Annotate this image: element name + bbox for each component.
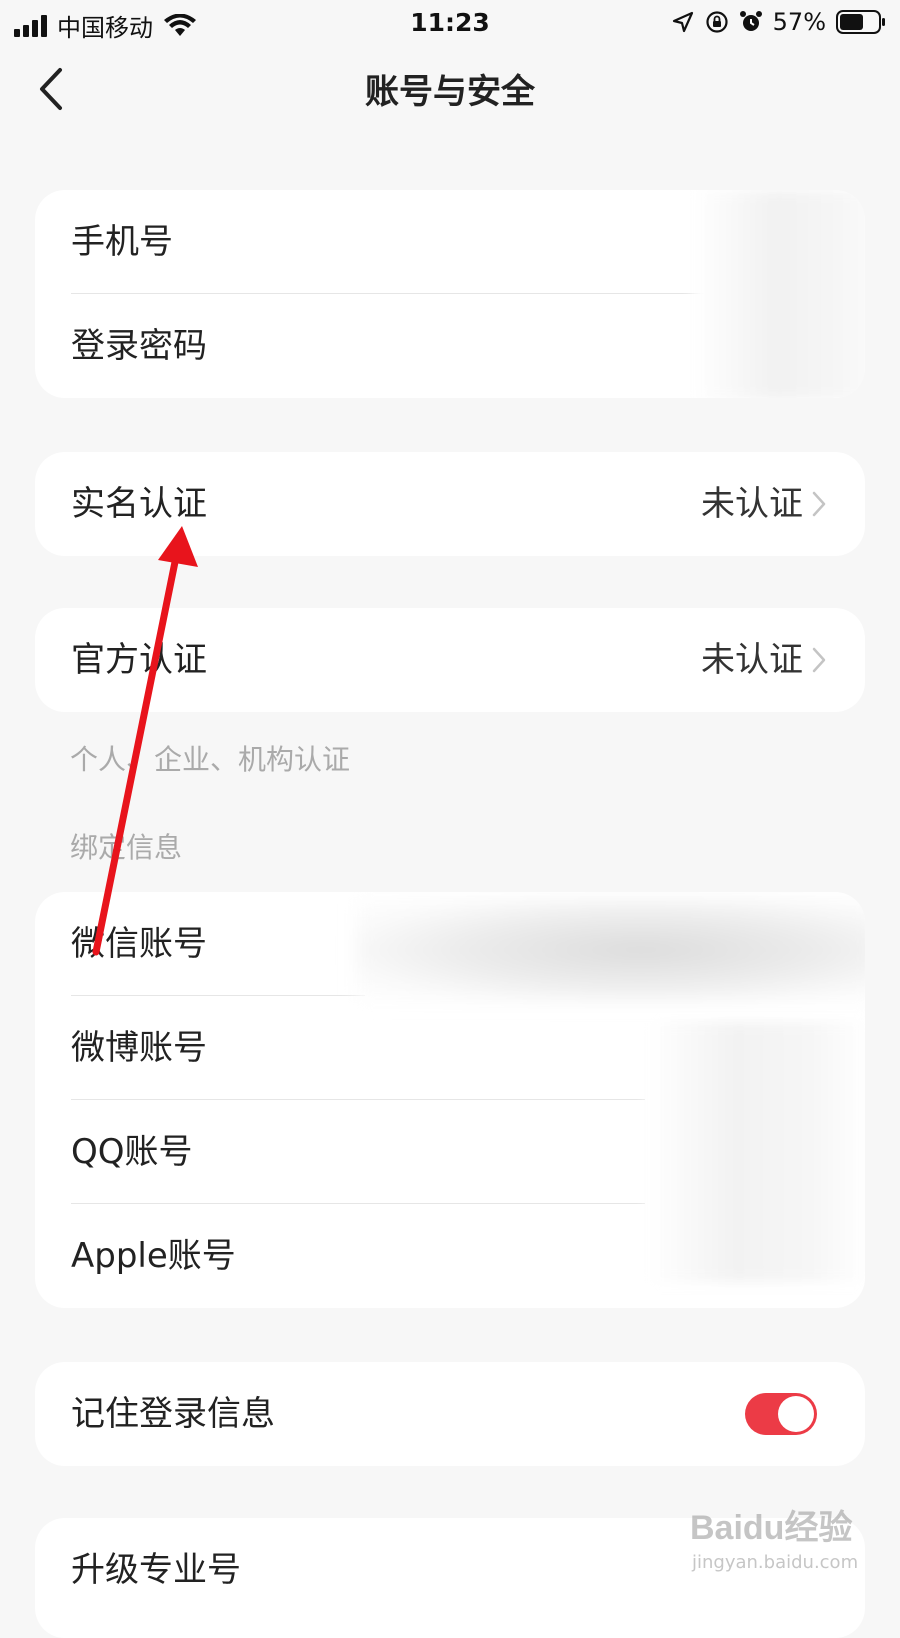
redacted-area [647,1022,865,1282]
account-card: 手机号 登录密码 [35,190,865,398]
watermark-brand: Baidu经验 [690,1509,853,1547]
remember-login-label: 记住登录信息 [71,1394,275,1434]
redacted-area [693,190,865,398]
real-name-status: 未认证 [701,484,803,524]
official-verification-label: 官方认证 [71,640,207,680]
status-bar: 中国移动 11:23 57% [0,0,900,46]
rotation-lock-icon [706,11,728,33]
nav-bar: 账号与安全 [0,52,900,126]
battery-icon [836,10,885,34]
official-hint: 个人、企业、机构认证 [70,743,351,776]
official-card: 官方认证 未认证 [35,608,865,712]
official-verification-row[interactable]: 官方认证 未认证 [35,608,865,712]
real-name-row[interactable]: 实名认证 未认证 [35,452,865,556]
redacted-area [355,898,865,1002]
watermark-site: jingyan.baidu.com [692,1552,859,1573]
toggle-knob [778,1396,814,1432]
chevron-right-icon [812,491,826,517]
phone-number-label: 手机号 [71,222,173,262]
binding-section-title: 绑定信息 [70,831,183,864]
weibo-account-label: 微博账号 [71,1028,207,1068]
remember-login-card: 记住登录信息 [35,1362,865,1466]
upgrade-pro-label: 升级专业号 [71,1550,241,1590]
binding-card: 微信账号 微博账号 QQ账号 Apple账号 [35,892,865,1308]
battery-percent: 57% [772,8,826,36]
real-name-label: 实名认证 [71,484,207,524]
alarm-icon [739,11,762,31]
login-password-label: 登录密码 [71,326,207,366]
official-verification-status: 未认证 [701,640,803,680]
watermark-logo: Baidu经验 jingyan.baidu.com [690,1500,890,1590]
remember-login-row: 记住登录信息 [35,1362,865,1466]
wechat-account-label: 微信账号 [71,924,207,964]
qq-account-label: QQ账号 [71,1132,193,1172]
remember-login-toggle[interactable] [745,1393,817,1435]
chevron-right-icon [812,647,826,673]
location-icon [672,11,693,33]
page-title: 账号与安全 [365,72,535,112]
real-name-card: 实名认证 未认证 [35,452,865,556]
apple-account-label: Apple账号 [71,1236,236,1276]
